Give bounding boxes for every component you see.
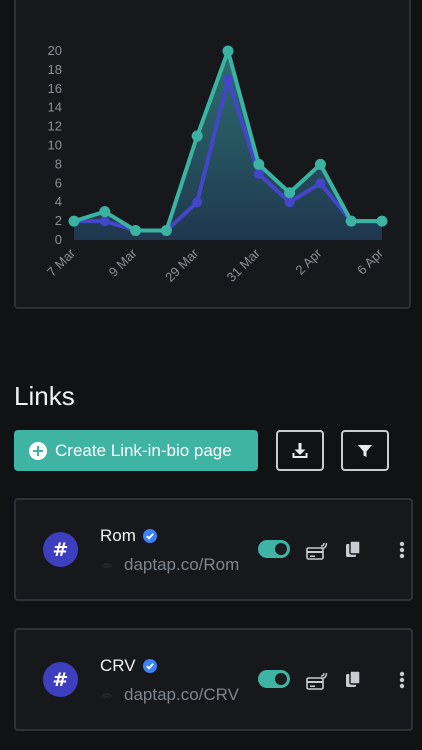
link-url-row: daptap.co/Rom xyxy=(100,555,239,575)
verified-badge-icon xyxy=(142,529,157,543)
link-status-icon xyxy=(100,690,114,700)
link-card[interactable]: # Rom daptap.co/Rom xyxy=(14,498,413,601)
toggle-knob xyxy=(275,543,287,555)
more-options-icon[interactable] xyxy=(399,671,405,689)
y-tick-label: 6 xyxy=(55,175,62,190)
nfc-card-icon[interactable] xyxy=(306,672,328,690)
y-tick-label: 12 xyxy=(48,119,62,134)
series-point xyxy=(284,187,296,199)
filter-icon xyxy=(357,443,373,459)
link-active-toggle[interactable] xyxy=(258,540,290,558)
y-tick-label: 4 xyxy=(55,194,62,209)
link-name: Rom xyxy=(100,526,136,545)
clicks-chart: 0 2 4 6 8 10 12 14 16 18 20 7 Mar 9 Mar 29 Mar 31 Mar 2… xyxy=(44,43,388,285)
download-icon xyxy=(291,442,309,460)
x-tick-label: 6 Apr xyxy=(354,245,387,278)
toggle-knob xyxy=(275,673,287,685)
y-tick-label: 14 xyxy=(48,100,62,115)
filter-button[interactable] xyxy=(341,430,389,471)
create-link-in-bio-button[interactable]: Create Link-in-bio page xyxy=(14,430,258,471)
y-tick-label: 8 xyxy=(55,156,62,171)
clicks-chart-card: 0 2 4 6 8 10 12 14 16 18 20 7 Mar 9 Mar 29 Mar 31 Mar 2… xyxy=(14,0,411,309)
link-active-toggle[interactable] xyxy=(258,670,290,688)
copy-icon[interactable] xyxy=(345,540,361,558)
verified-badge-icon xyxy=(142,659,157,673)
more-options-icon[interactable] xyxy=(399,541,405,559)
y-tick-label: 2 xyxy=(55,213,62,228)
series-point xyxy=(130,225,142,237)
series-point xyxy=(68,215,80,227)
plus-circle-icon xyxy=(29,441,47,460)
create-button-label: Create Link-in-bio page xyxy=(55,440,232,460)
link-status-icon xyxy=(100,560,114,570)
series-point xyxy=(223,74,233,85)
app-screen: 0 2 4 6 8 10 12 14 16 18 20 7 Mar 9 Mar 29 Mar 31 Mar 2… xyxy=(0,0,422,750)
series-point xyxy=(99,216,110,227)
link-name: CRV xyxy=(100,656,136,675)
x-tick-label: 2 Apr xyxy=(292,245,325,278)
series-point xyxy=(345,215,357,227)
series-point xyxy=(253,168,264,179)
link-title-row: Rom xyxy=(100,526,157,546)
link-title-row: CRV xyxy=(100,656,157,676)
y-tick-label: 16 xyxy=(48,81,62,96)
link-url-row: daptap.co/CRV xyxy=(100,685,239,705)
x-tick-label: 7 Mar xyxy=(44,245,79,280)
y-tick-label: 20 xyxy=(48,43,62,58)
x-tick-label: 29 Mar xyxy=(162,245,202,285)
series-point xyxy=(376,215,388,227)
y-tick-label: 0 xyxy=(55,232,62,247)
link-avatar: # xyxy=(43,662,78,697)
download-button[interactable] xyxy=(276,430,324,471)
y-tick-label: 18 xyxy=(48,62,62,77)
copy-icon[interactable] xyxy=(345,670,361,688)
link-avatar: # xyxy=(43,532,78,567)
x-tick-label: 31 Mar xyxy=(224,245,264,285)
series-point xyxy=(284,197,295,208)
nfc-card-icon[interactable] xyxy=(306,542,328,560)
x-tick-label: 9 Mar xyxy=(106,245,141,280)
y-tick-label: 10 xyxy=(48,138,62,153)
series-point xyxy=(315,178,326,189)
series-point xyxy=(192,197,203,208)
series-point xyxy=(99,206,111,218)
series-point xyxy=(191,130,203,142)
series-point xyxy=(160,225,172,237)
link-url[interactable]: daptap.co/Rom xyxy=(124,555,239,575)
series-point xyxy=(314,158,326,170)
link-url[interactable]: daptap.co/CRV xyxy=(124,685,239,705)
series-point xyxy=(222,45,234,57)
links-section-title: Links xyxy=(14,381,75,411)
series-point xyxy=(253,158,265,170)
link-card[interactable]: # CRV daptap.co/CRV xyxy=(14,628,413,731)
